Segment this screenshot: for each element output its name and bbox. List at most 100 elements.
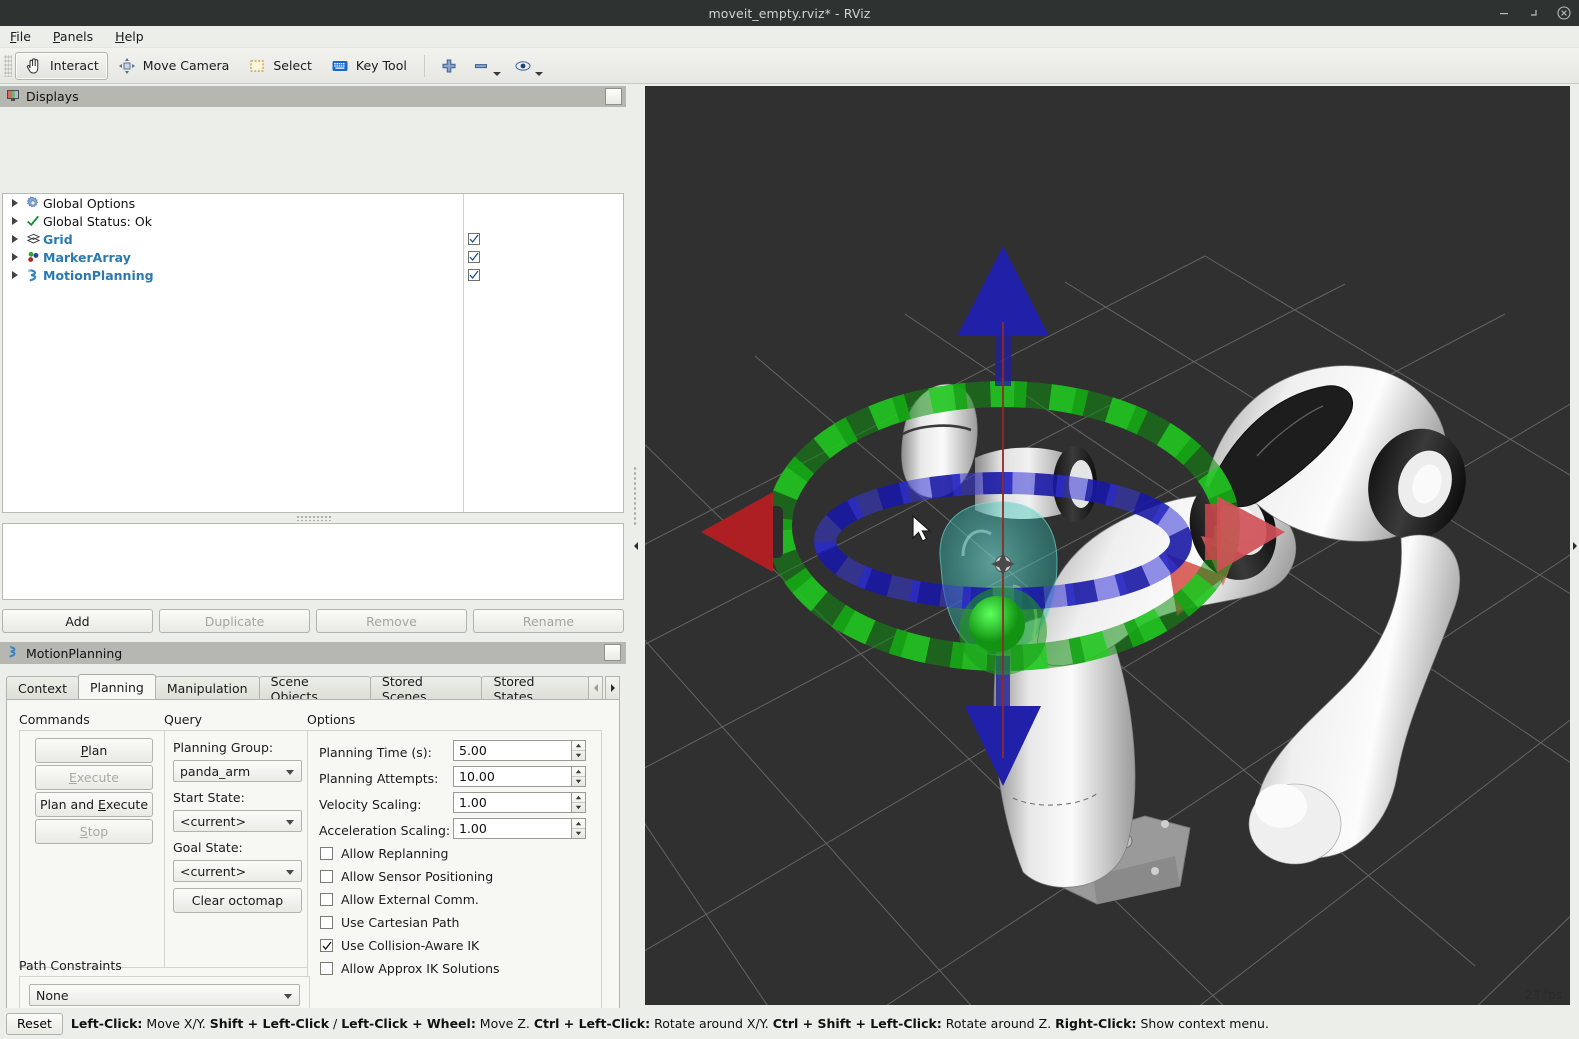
tab-manipulation[interactable]: Manipulation — [154, 676, 260, 700]
planning-time-spinner[interactable]: 5.00 — [453, 740, 586, 761]
close-icon[interactable] — [1557, 6, 1571, 20]
move-camera-icon — [117, 56, 137, 76]
eye-icon — [513, 56, 533, 76]
tab-planning[interactable]: Planning — [77, 674, 156, 700]
stepper-up-icon[interactable] — [572, 819, 585, 829]
use-cartesian-path-checkbox-row[interactable]: Use Cartesian Path — [320, 915, 459, 930]
acceleration-scaling-stepper[interactable] — [571, 818, 586, 839]
stepper-down-icon[interactable] — [572, 751, 585, 760]
plan-and-execute-button[interactable]: Plan and Execute — [35, 792, 153, 817]
displays-tree[interactable]: Global Options Global Status: Ok Grid Ma… — [2, 193, 624, 513]
tool-key-tool[interactable]: Key Tool — [321, 52, 416, 80]
chevron-down-icon[interactable] — [492, 71, 501, 76]
acceleration-scaling-value[interactable]: 1.00 — [453, 818, 571, 839]
allow-sensor-positioning-checkbox[interactable] — [320, 870, 333, 883]
velocity-scaling-spinner[interactable]: 1.00 — [453, 792, 586, 813]
execute-button[interactable]: Execute — [35, 765, 153, 790]
left-dock-collapse-handle[interactable] — [628, 86, 643, 1005]
allow-replanning-checkbox[interactable] — [320, 847, 333, 860]
expand-arrow-icon[interactable] — [7, 217, 23, 225]
reset-button[interactable]: Reset — [6, 1012, 63, 1035]
use-collision-aware-ik-checkbox-row[interactable]: Use Collision-Aware IK — [320, 938, 479, 953]
planning-attempts-spinner[interactable]: 10.00 — [453, 766, 586, 787]
plan-button[interactable]: Plan — [35, 738, 153, 763]
clear-octomap-button[interactable]: Clear octomap — [173, 888, 302, 913]
use-cartesian-path-checkbox[interactable] — [320, 916, 333, 929]
remove-display-button[interactable]: Remove — [316, 609, 467, 633]
minimize-icon[interactable] — [1497, 6, 1511, 20]
tree-row-markerarray[interactable]: MarkerArray — [3, 248, 623, 266]
tree-row-grid[interactable]: Grid — [3, 230, 623, 248]
tab-scene-objects[interactable]: Scene Objects — [258, 674, 371, 704]
rename-display-button[interactable]: Rename — [473, 609, 624, 633]
allow-external-comm-checkbox[interactable] — [320, 893, 333, 906]
duplicate-display-button[interactable]: Duplicate — [159, 609, 310, 633]
tool-add-icon-button[interactable] — [433, 52, 465, 80]
tree-checkbox-grid[interactable] — [468, 233, 480, 245]
tool-move-camera[interactable]: Move Camera — [108, 52, 239, 80]
acceleration-scaling-spinner[interactable]: 1.00 — [453, 818, 586, 839]
goal-state-combo[interactable]: <current> — [173, 860, 302, 882]
velocity-scaling-stepper[interactable] — [571, 792, 586, 813]
tool-remove-icon-button[interactable] — [465, 52, 507, 80]
path-constraint-combo[interactable]: None — [29, 984, 300, 1006]
main-toolbar: Interact Move Camera Select Key Tool — [0, 48, 1579, 84]
expand-arrow-icon[interactable] — [7, 199, 23, 207]
tool-select[interactable]: Select — [238, 52, 321, 80]
motionplanning-panel-title: MotionPlanning — [26, 645, 123, 661]
right-dock-collapse-handle[interactable] — [1570, 86, 1579, 1005]
expand-arrow-icon[interactable] — [7, 235, 23, 243]
stepper-down-icon[interactable] — [572, 803, 585, 812]
planning-group-combo[interactable]: panda_arm — [173, 760, 302, 782]
minus-icon — [471, 56, 491, 76]
stepper-up-icon[interactable] — [572, 793, 585, 803]
stepper-up-icon[interactable] — [572, 767, 585, 777]
stepper-down-icon[interactable] — [572, 829, 585, 838]
allow-replanning-checkbox-row[interactable]: Allow Replanning — [320, 846, 448, 861]
allow-sensor-positioning-checkbox-row[interactable]: Allow Sensor Positioning — [320, 869, 493, 884]
toolbar-grip[interactable] — [4, 54, 12, 77]
stepper-down-icon[interactable] — [572, 777, 585, 786]
tab-stored-states[interactable]: Stored States — [481, 674, 589, 704]
planning-time-value[interactable]: 5.00 — [453, 740, 571, 761]
render-viewport[interactable]: https://blog.csdn.net/qq_33339642 23 fps — [645, 86, 1570, 1005]
displays-float-button[interactable] — [605, 88, 622, 105]
chevron-right-icon[interactable] — [605, 676, 620, 700]
allow-approx-ik-label: Allow Approx IK Solutions — [341, 961, 500, 976]
motionplanning-float-button[interactable] — [604, 644, 621, 661]
tab-context[interactable]: Context — [6, 676, 79, 700]
expand-arrow-icon[interactable] — [7, 271, 23, 279]
allow-approx-ik-checkbox[interactable] — [320, 962, 333, 975]
chevron-left-icon[interactable] — [632, 541, 640, 551]
start-state-combo[interactable]: <current> — [173, 810, 302, 832]
use-collision-aware-ik-checkbox[interactable] — [320, 939, 333, 952]
check-icon — [23, 214, 43, 228]
panel-splitter[interactable] — [296, 515, 332, 521]
tree-row-global-status[interactable]: Global Status: Ok — [3, 212, 623, 230]
tab-stored-scenes[interactable]: Stored Scenes — [369, 674, 483, 704]
chevron-down-icon[interactable] — [534, 71, 543, 76]
velocity-scaling-value[interactable]: 1.00 — [453, 792, 571, 813]
planning-attempts-value[interactable]: 10.00 — [453, 766, 571, 787]
property-editor-area[interactable] — [2, 523, 624, 600]
tree-row-global-options[interactable]: Global Options — [3, 194, 623, 212]
stepper-up-icon[interactable] — [572, 741, 585, 751]
menu-help[interactable]: Help — [115, 29, 144, 44]
tool-interact[interactable]: Interact — [15, 51, 108, 80]
allow-approx-ik-checkbox-row[interactable]: Allow Approx IK Solutions — [320, 961, 500, 976]
tool-visibility-button[interactable] — [507, 52, 549, 80]
chevron-right-icon[interactable] — [1571, 541, 1579, 551]
stop-button[interactable]: Stop — [35, 819, 153, 844]
tree-checkbox-motionplanning[interactable] — [468, 269, 480, 281]
menu-file[interactable]: File — [10, 29, 31, 44]
menu-panels[interactable]: Panels — [53, 29, 93, 44]
chevron-left-icon[interactable] — [588, 676, 603, 700]
planning-time-stepper[interactable] — [571, 740, 586, 761]
planning-attempts-stepper[interactable] — [571, 766, 586, 787]
tree-checkbox-markerarray[interactable] — [468, 251, 480, 263]
restore-icon[interactable] — [1527, 6, 1541, 20]
add-display-button[interactable]: Add — [2, 609, 153, 633]
allow-external-comm-checkbox-row[interactable]: Allow External Comm. — [320, 892, 479, 907]
expand-arrow-icon[interactable] — [7, 253, 23, 261]
tree-row-motionplanning[interactable]: MotionPlanning — [3, 266, 623, 284]
